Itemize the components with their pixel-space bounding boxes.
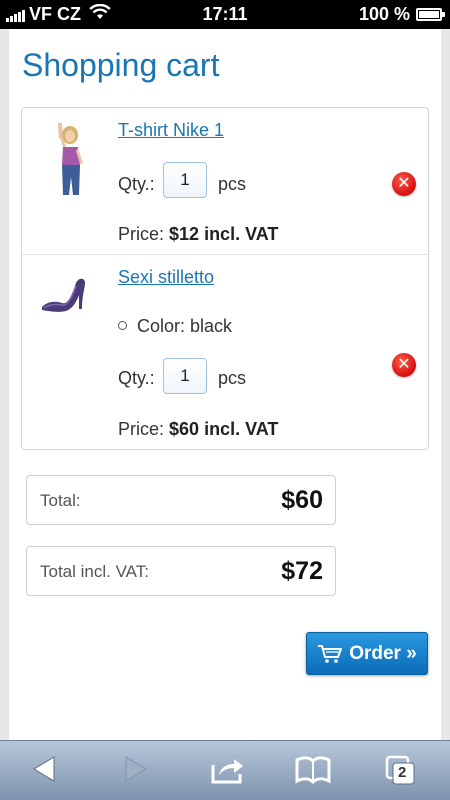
product-thumbnail-stiletto[interactable] <box>38 273 88 318</box>
close-icon: ✕ <box>397 175 411 192</box>
item-price: Price: $12 incl. VAT <box>118 224 278 245</box>
forward-arrow-icon <box>125 756 147 782</box>
qty-unit: pcs <box>218 368 247 388</box>
battery-percent: 100 % <box>358 4 410 24</box>
total-box: Total: $60 <box>26 475 336 525</box>
back-arrow-icon <box>33 756 55 782</box>
bullet-icon <box>118 321 127 330</box>
battery-icon <box>416 8 445 21</box>
qty-label: Qty.: <box>118 174 155 194</box>
product-link-stiletto[interactable]: Sexi stilletto <box>118 267 214 288</box>
quantity-input[interactable]: 1 <box>163 358 207 394</box>
share-button[interactable] <box>210 755 246 790</box>
price-label: Price: <box>118 224 165 244</box>
product-option: Color: black <box>118 316 232 337</box>
total-vat-value: $72 <box>281 557 323 585</box>
tabs-button[interactable]: 2 <box>385 755 417 792</box>
price-value: $60 incl. VAT <box>169 419 279 439</box>
cart-list: T-shirt Nike 1 Qty.: 1 pcs Price: $12 in… <box>21 107 429 450</box>
remove-item-button[interactable]: ✕ <box>392 353 416 377</box>
product-link-tshirt[interactable]: T-shirt Nike 1 <box>118 120 224 141</box>
browser-toolbar: 2 <box>0 740 450 800</box>
status-right: 100 % <box>358 4 445 25</box>
option-text: Color: black <box>137 316 233 336</box>
page-title: Shopping cart <box>22 47 220 83</box>
price-label: Price: <box>118 419 165 439</box>
close-icon: ✕ <box>397 356 411 373</box>
cart-icon <box>318 644 343 663</box>
share-icon <box>211 759 243 784</box>
total-vat-label: Total incl. VAT: <box>40 562 149 581</box>
qty-label: Qty.: <box>118 368 155 388</box>
tabs-count: 2 <box>398 764 407 781</box>
qty-unit: pcs <box>218 174 247 194</box>
total-label: Total: <box>40 491 81 510</box>
order-button[interactable]: Order » <box>306 632 428 675</box>
price-value: $12 incl. VAT <box>169 224 279 244</box>
remove-item-button[interactable]: ✕ <box>392 172 416 196</box>
bookmarks-button[interactable] <box>295 755 331 790</box>
back-button[interactable] <box>32 755 58 788</box>
order-button-label: Order » <box>349 642 417 664</box>
cart-item: Sexi stilletto Color: black Qty.: 1 pcs … <box>22 255 428 449</box>
product-thumbnail-tshirt[interactable] <box>50 121 86 201</box>
page-content: Shopping cart T-shirt Nike 1 Qty.: 1 pcs… <box>9 29 441 740</box>
bookmarks-icon <box>295 756 331 785</box>
total-vat-box: Total incl. VAT: $72 <box>26 546 336 596</box>
browser-page: Shopping cart T-shirt Nike 1 Qty.: 1 pcs… <box>0 29 450 740</box>
item-price: Price: $60 incl. VAT <box>118 419 278 440</box>
cart-item: T-shirt Nike 1 Qty.: 1 pcs Price: $12 in… <box>22 108 428 255</box>
status-bar: VF CZ 17:11 100 % <box>0 0 450 29</box>
quantity-input[interactable]: 1 <box>163 162 207 198</box>
total-value: $60 <box>281 486 323 514</box>
forward-button[interactable] <box>122 755 148 788</box>
